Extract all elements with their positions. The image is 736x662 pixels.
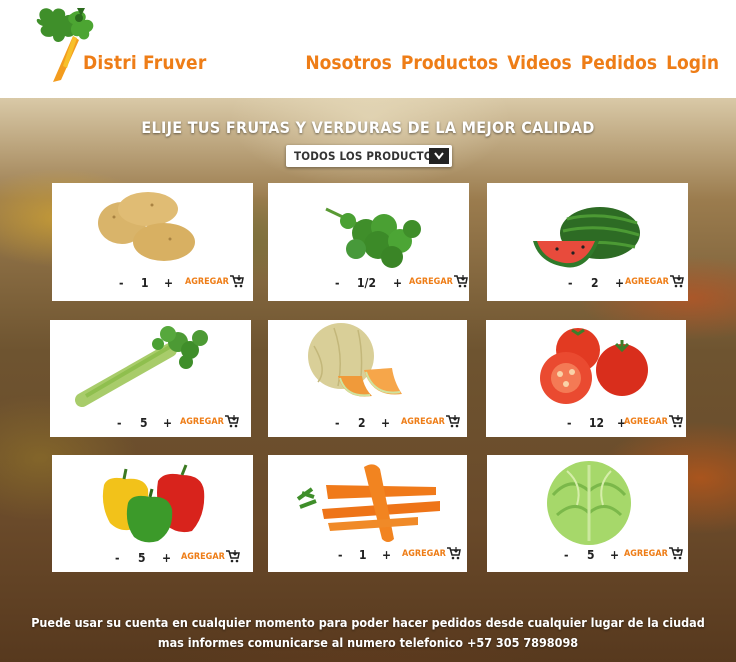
nav-nosotros[interactable]: Nosotros xyxy=(305,52,392,74)
decrease-quantity-button[interactable]: - xyxy=(117,416,121,430)
decrease-quantity-button[interactable]: - xyxy=(115,551,119,565)
product-card: - 5 + AGREGAR xyxy=(50,320,251,437)
main-nav: Nosotros Productos Videos Pedidos Login xyxy=(305,52,719,74)
add-to-cart-button[interactable]: AGREGAR xyxy=(409,275,468,288)
add-to-cart-label: AGREGAR xyxy=(624,416,668,427)
chevron-down-icon[interactable] xyxy=(429,148,449,164)
increase-quantity-button[interactable]: + xyxy=(393,276,402,290)
logo-icon[interactable] xyxy=(33,6,123,86)
cilantro-image xyxy=(325,207,421,268)
increase-quantity-button[interactable]: + xyxy=(163,416,172,430)
footer-contact-line: mas informes comunicarse al numero telef… xyxy=(157,635,579,650)
increase-quantity-button[interactable]: + xyxy=(382,548,391,562)
add-to-cart-label: AGREGAR xyxy=(180,416,224,427)
product-card: - 12 + AGREGAR xyxy=(486,320,686,437)
nav-login[interactable]: Login xyxy=(666,52,719,74)
add-to-cart-button[interactable]: AGREGAR xyxy=(624,547,683,560)
nav-videos[interactable]: Videos xyxy=(507,52,572,74)
add-to-cart-label: AGREGAR xyxy=(402,548,446,559)
add-to-cart-button[interactable]: AGREGAR xyxy=(402,547,461,560)
carrot-image xyxy=(296,464,440,542)
product-card: - 5 + AGREGAR xyxy=(487,455,688,572)
cart-icon xyxy=(668,547,683,560)
cart-icon xyxy=(224,415,239,428)
decrease-quantity-button[interactable]: - xyxy=(567,416,571,430)
add-to-cart-label: AGREGAR xyxy=(624,548,668,559)
quantity-value: 1 xyxy=(141,276,149,290)
potato-image xyxy=(98,192,195,261)
tomato-image xyxy=(540,328,648,404)
increase-quantity-button[interactable]: + xyxy=(162,551,171,565)
add-to-cart-button[interactable]: AGREGAR xyxy=(180,415,239,428)
cart-icon xyxy=(669,275,684,288)
add-to-cart-button[interactable]: AGREGAR xyxy=(624,415,683,428)
quantity-value: 5 xyxy=(587,548,595,562)
add-to-cart-button[interactable]: AGREGAR xyxy=(185,275,244,288)
nav-pedidos[interactable]: Pedidos xyxy=(581,52,657,74)
product-card: - 1/2 + AGREGAR xyxy=(268,183,469,301)
decrease-quantity-button[interactable]: - xyxy=(119,276,123,290)
brand-name[interactable]: Distri Fruver xyxy=(83,52,206,74)
decrease-quantity-button[interactable]: - xyxy=(338,548,342,562)
increase-quantity-button[interactable]: + xyxy=(164,276,173,290)
increase-quantity-button[interactable]: + xyxy=(381,416,390,430)
cart-icon xyxy=(453,275,468,288)
category-filter-select[interactable]: TODOS LOS PRODUCTOS xyxy=(286,145,452,167)
quantity-value: 1 xyxy=(359,548,367,562)
quantity-value: 2 xyxy=(358,416,366,430)
add-to-cart-label: AGREGAR xyxy=(401,416,445,427)
quantity-value: 12 xyxy=(589,416,605,430)
decrease-quantity-button[interactable]: - xyxy=(335,416,339,430)
product-card: - 1 + AGREGAR xyxy=(268,455,467,572)
celery-image xyxy=(75,326,208,407)
add-to-cart-label: AGREGAR xyxy=(409,276,453,287)
quantity-value: 5 xyxy=(138,551,146,565)
product-card: - 2 + AGREGAR xyxy=(487,183,688,301)
cart-icon xyxy=(446,547,461,560)
quantity-value: 5 xyxy=(140,416,148,430)
footer-info-line: Puede usar su cuenta en cualquier moment… xyxy=(31,615,705,630)
quantity-value: 2 xyxy=(591,276,599,290)
lettuce-image xyxy=(547,461,631,545)
increase-quantity-button[interactable]: + xyxy=(610,548,619,562)
add-to-cart-label: AGREGAR xyxy=(625,276,669,287)
cart-icon xyxy=(229,275,244,288)
add-to-cart-label: AGREGAR xyxy=(181,551,225,562)
decrease-quantity-button[interactable]: - xyxy=(568,276,572,290)
product-card: - 2 + AGREGAR xyxy=(268,320,467,437)
product-card: - 5 + AGREGAR xyxy=(52,455,253,572)
increase-quantity-button[interactable]: + xyxy=(615,276,624,290)
product-card: - 1 + AGREGAR xyxy=(52,183,253,301)
cart-icon xyxy=(225,550,240,563)
site-header: Distri Fruver Nosotros Productos Videos … xyxy=(0,0,736,98)
add-to-cart-button[interactable]: AGREGAR xyxy=(401,415,460,428)
decrease-quantity-button[interactable]: - xyxy=(335,276,339,290)
page-headline: ELIJE TUS FRUTAS Y VERDURAS DE LA MEJOR … xyxy=(141,118,595,137)
add-to-cart-button[interactable]: AGREGAR xyxy=(625,275,684,288)
quantity-value: 1/2 xyxy=(357,276,376,290)
cart-icon xyxy=(445,415,460,428)
add-to-cart-button[interactable]: AGREGAR xyxy=(181,550,240,563)
decrease-quantity-button[interactable]: - xyxy=(564,548,568,562)
watermelon-image xyxy=(533,207,640,268)
add-to-cart-label: AGREGAR xyxy=(185,276,229,287)
melon-image xyxy=(308,323,402,397)
bell-pepper-image xyxy=(102,464,205,543)
nav-productos[interactable]: Productos xyxy=(401,52,498,74)
cart-icon xyxy=(668,415,683,428)
category-filter-label: TODOS LOS PRODUCTOS xyxy=(294,149,441,163)
